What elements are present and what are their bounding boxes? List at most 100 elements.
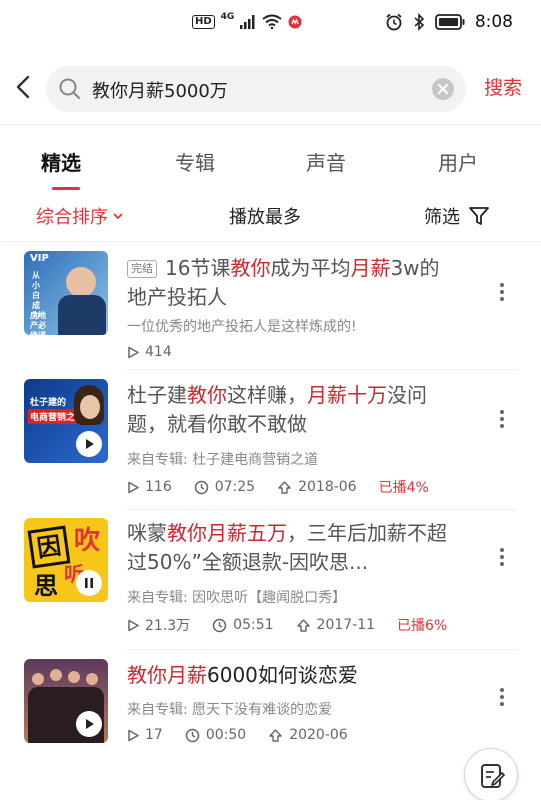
- play-icon: [86, 439, 94, 449]
- item-title[interactable]: 完结 16节课教你成为平均月薪3w的地产投拓人: [127, 254, 457, 312]
- tab-users[interactable]: 用户: [438, 147, 478, 176]
- person-head: [86, 673, 98, 685]
- sort-label: 综合排序: [36, 207, 108, 228]
- search-bar-row: 教你月薪5000万 搜索: [0, 58, 541, 118]
- play-icon: [128, 729, 139, 741]
- item-meta: 21.3万 05:51 2017-11 已播6%: [127, 615, 447, 635]
- pause-icon: [85, 578, 93, 588]
- item-title[interactable]: 杜子建教你这样赚，月薪十万没问题，就看你敢不敢做: [127, 381, 457, 439]
- status-indicators: HD 4G: [192, 11, 302, 29]
- item-album[interactable]: 来自专辑: 杜子建电商营销之道: [127, 449, 318, 469]
- search-icon: [59, 78, 81, 100]
- tab-sounds[interactable]: 声音: [306, 147, 346, 176]
- search-button[interactable]: 搜索: [484, 73, 522, 100]
- search-input[interactable]: 教你月薪5000万: [46, 66, 466, 112]
- most-played-filter[interactable]: 播放最多: [229, 203, 301, 229]
- clear-search-button[interactable]: [432, 78, 454, 100]
- item-album[interactable]: 来自专辑: 因吹思听【趣闻脱口秀】: [127, 587, 346, 607]
- cover-char: 吹: [74, 526, 101, 556]
- presenter-suit: [58, 295, 106, 335]
- album-cover: [24, 659, 108, 743]
- close-icon: [438, 84, 448, 94]
- person-head: [50, 669, 62, 681]
- play-icon: [86, 719, 94, 729]
- play-button[interactable]: [76, 431, 102, 457]
- clock-icon: [194, 480, 208, 494]
- album-cover: VIP 从小白成为 房地产必修课: [24, 251, 108, 335]
- back-arrow-icon: [16, 75, 30, 99]
- cover-text: 杜子建的: [30, 398, 67, 408]
- cover-char: 思: [34, 572, 58, 600]
- item-meta: 116 07:25 2018-06 已播4%: [127, 477, 429, 497]
- item-meta: 414: [127, 344, 194, 360]
- upload-date: 2017-11: [296, 617, 375, 633]
- filter-bar: 综合排序 播放最多 筛选: [0, 192, 541, 242]
- search-query: 教你月薪5000万: [92, 81, 228, 102]
- play-button[interactable]: [76, 711, 102, 737]
- upload-icon: [296, 618, 310, 632]
- status-bar: HD 4G 8:08: [0, 0, 541, 48]
- play-count: 17: [127, 727, 163, 743]
- item-description: 一位优秀的地产投拓人是这样炼成的!: [127, 319, 357, 335]
- clock-icon: [185, 728, 200, 742]
- status-badge: 完结: [127, 260, 157, 278]
- more-options-button[interactable]: [492, 280, 512, 310]
- upload-date: 2018-06: [277, 479, 357, 495]
- play-count: 21.3万: [127, 615, 190, 635]
- duration: 05:51: [212, 617, 274, 633]
- item-album[interactable]: 来自专辑: 愿天下没有难谈的恋爱: [127, 699, 332, 719]
- network-type: 4G: [220, 11, 235, 22]
- active-tab-indicator: [52, 187, 80, 190]
- upload-icon: [269, 728, 282, 742]
- play-progress: 已播4%: [378, 480, 429, 496]
- list-item[interactable]: 教你月薪6000如何谈恋爱 来自专辑: 愿天下没有难谈的恋爱 17 00:50 …: [0, 655, 541, 755]
- edit-note-icon: [481, 764, 505, 788]
- funnel-icon: [469, 207, 489, 225]
- status-right: 8:08: [385, 12, 513, 32]
- floating-note-button[interactable]: [464, 748, 518, 800]
- pause-button[interactable]: [76, 570, 102, 596]
- alarm-icon: [386, 13, 402, 31]
- item-meta: 17 00:50 2020-06: [127, 727, 370, 743]
- cover-subtext: 房地产必修课: [30, 311, 46, 335]
- back-button[interactable]: [12, 72, 36, 102]
- bluetooth-icon: [414, 13, 424, 31]
- item-title[interactable]: 教你月薪6000如何谈恋爱: [127, 661, 457, 690]
- more-options-button[interactable]: [492, 545, 512, 575]
- signal-icon: [240, 14, 255, 29]
- divider: [127, 509, 517, 510]
- play-progress: 已播6%: [397, 618, 448, 634]
- tab-selected[interactable]: 精选: [41, 147, 81, 176]
- filter-button[interactable]: 筛选: [424, 203, 490, 229]
- vip-label: VIP: [30, 253, 49, 264]
- list-item[interactable]: VIP 从小白成为 房地产必修课 完结16节课教你成为平均月薪3w的地产投拓人 …: [0, 250, 541, 370]
- upload-icon: [278, 480, 291, 494]
- person-head: [32, 673, 44, 685]
- play-count: 116: [127, 479, 172, 495]
- sort-dropdown[interactable]: 综合排序: [36, 203, 124, 229]
- album-cover: 杜子建的 电商营销之道: [24, 379, 108, 463]
- battery-icon: [434, 14, 465, 30]
- more-options-button[interactable]: [492, 407, 512, 437]
- play-icon: [128, 619, 139, 631]
- album-cover: 因 吹 思 听: [24, 518, 108, 602]
- play-icon: [128, 346, 139, 358]
- clock: 8:08: [474, 12, 513, 32]
- filter-label: 筛选: [424, 207, 460, 228]
- more-options-button[interactable]: [492, 685, 512, 715]
- tab-albums[interactable]: 专辑: [175, 147, 215, 176]
- list-item[interactable]: 因 吹 思 听 咪蒙教你月薪五万，三年后加薪不超过50%”全额退款-因吹思...…: [0, 515, 541, 650]
- wifi-icon: [262, 14, 282, 29]
- play-count: 414: [127, 344, 172, 360]
- upload-date: 2020-06: [268, 727, 348, 743]
- list-item[interactable]: 杜子建的 电商营销之道 杜子建教你这样赚，月薪十万没问题，就看你敢不敢做 来自专…: [0, 375, 541, 510]
- record-icon: [288, 15, 302, 28]
- person-head: [68, 671, 80, 683]
- presenter-photo: [66, 267, 96, 297]
- presenter-photo: [80, 395, 100, 419]
- item-title[interactable]: 咪蒙教你月薪五万，三年后加薪不超过50%”全额退款-因吹思...: [127, 519, 457, 577]
- result-tabs: 精选 专辑 声音 用户: [0, 124, 541, 192]
- clock-icon: [212, 618, 227, 632]
- duration: 00:50: [185, 727, 246, 743]
- divider: [127, 649, 517, 650]
